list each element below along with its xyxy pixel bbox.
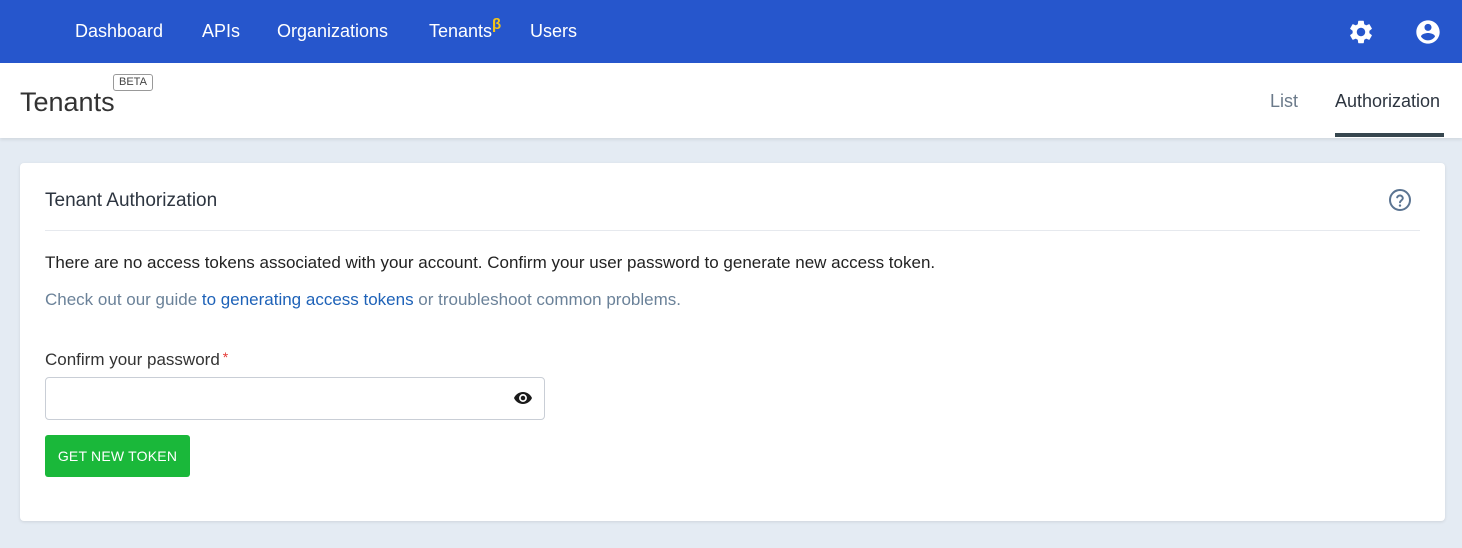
nav-item-users[interactable]: Users — [530, 21, 577, 42]
beta-badge: BETA — [113, 74, 153, 91]
card-title: Tenant Authorization — [45, 190, 218, 211]
guide-link[interactable]: to generating access tokens — [202, 290, 414, 309]
tenants-beta-superscript: β — [492, 16, 502, 33]
gear-icon[interactable] — [1347, 18, 1375, 46]
required-asterisk: * — [222, 349, 229, 365]
guide-prefix: Check out our guide — [45, 290, 202, 309]
nav-item-apis[interactable]: APIs — [202, 21, 240, 42]
password-input[interactable] — [45, 377, 545, 420]
guide-text: Check out our guide to generating access… — [45, 290, 681, 310]
password-field-label: Confirm your password * — [45, 349, 229, 370]
nav-item-dashboard[interactable]: Dashboard — [75, 21, 163, 42]
get-new-token-button[interactable]: GET NEW TOKEN — [45, 435, 190, 477]
question-circle-icon[interactable] — [1388, 188, 1412, 212]
card-divider — [45, 230, 1420, 231]
account-circle-icon[interactable] — [1414, 18, 1442, 46]
active-tab-indicator — [1335, 133, 1444, 137]
top-navbar: Dashboard APIs Organizations Tenants β U… — [0, 0, 1462, 63]
tab-authorization[interactable]: Authorization — [1335, 91, 1440, 112]
tab-list[interactable]: List — [1270, 91, 1298, 112]
guide-suffix: or troubleshoot common problems. — [413, 290, 681, 309]
no-tokens-message: There are no access tokens associated wi… — [45, 253, 936, 272]
nav-item-organizations[interactable]: Organizations — [277, 21, 388, 42]
password-label-text: Confirm your password — [45, 350, 220, 369]
page-header: Tenants BETA List Authorization — [0, 63, 1462, 138]
tenant-authorization-card: Tenant Authorization There are no access… — [20, 163, 1445, 521]
page-title: Tenants — [20, 87, 115, 117]
eye-icon[interactable] — [514, 391, 532, 405]
nav-item-tenants[interactable]: Tenants — [429, 21, 492, 42]
